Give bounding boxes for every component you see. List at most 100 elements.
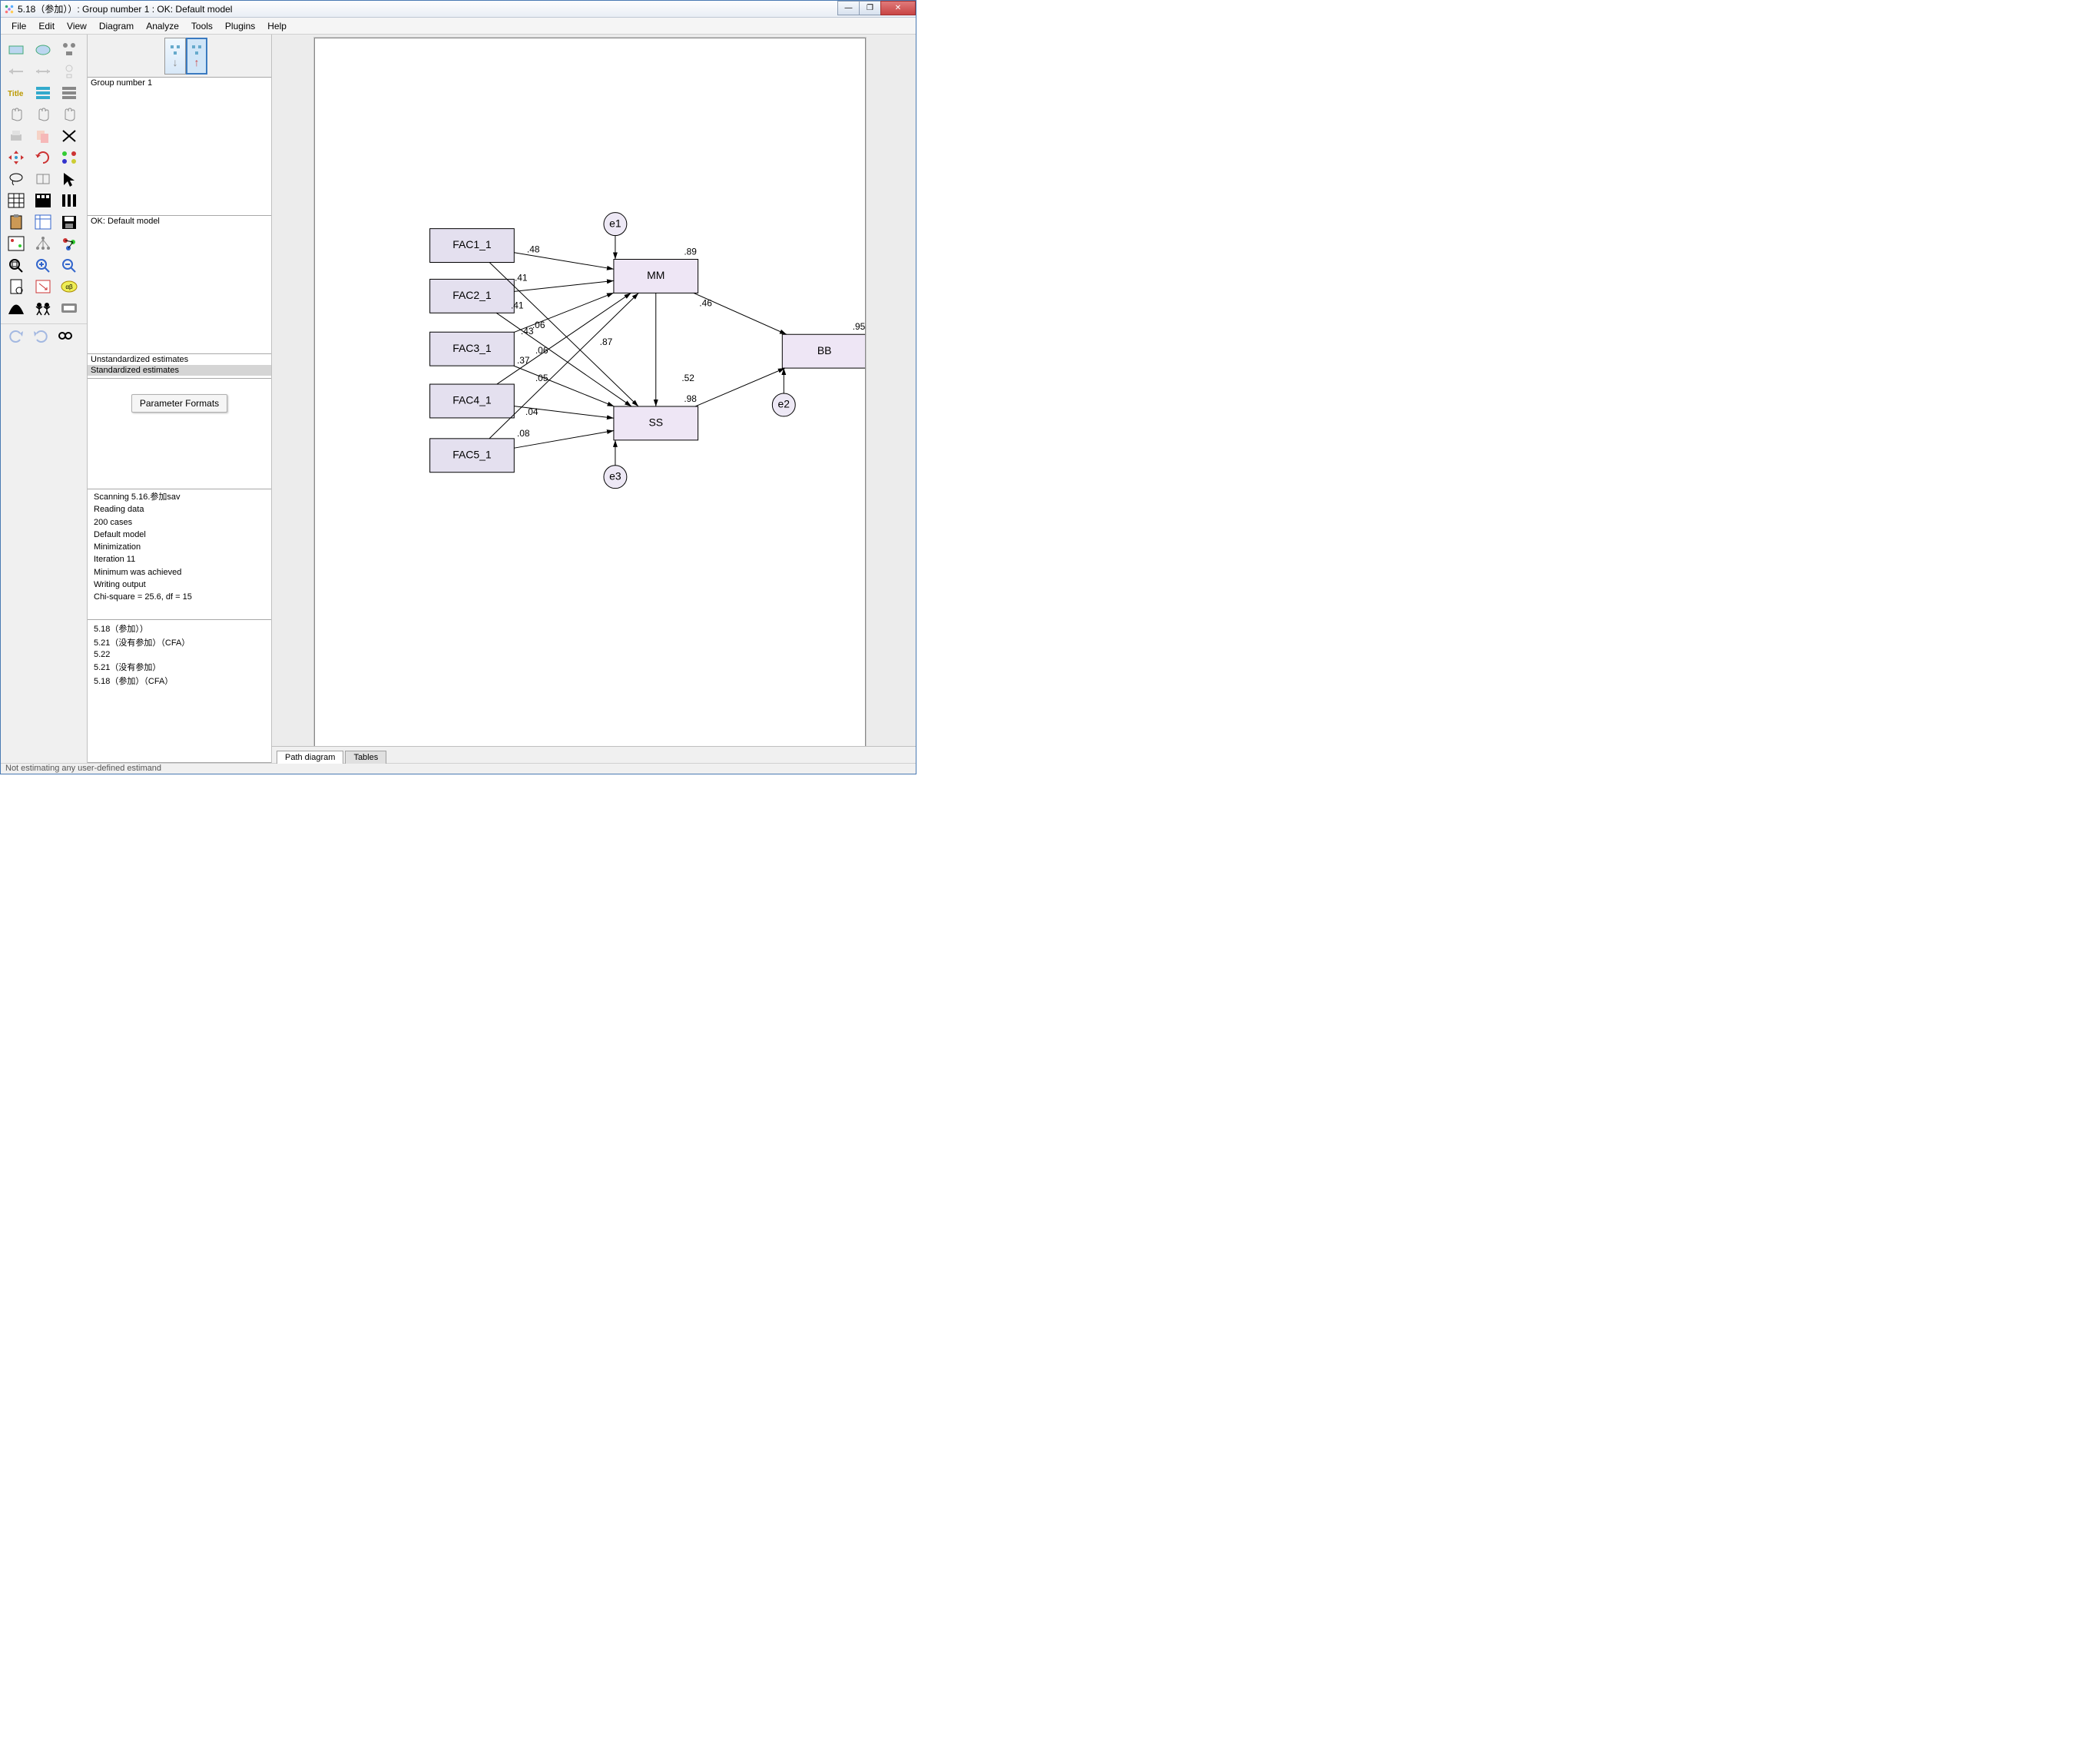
hand2-icon[interactable] bbox=[32, 105, 54, 124]
zoom-in-icon[interactable] bbox=[32, 256, 54, 274]
menu-help[interactable]: Help bbox=[261, 19, 293, 33]
page-icon[interactable] bbox=[5, 277, 27, 296]
model-item[interactable]: OK: Default model bbox=[88, 216, 271, 227]
r2-label: .89 bbox=[684, 247, 697, 257]
delete-icon[interactable] bbox=[58, 127, 80, 145]
abc-icon[interactable]: αβ bbox=[58, 277, 80, 296]
output-diagram-toggle[interactable]: ↑ bbox=[186, 38, 207, 75]
file-item[interactable]: 5.18（参加）） bbox=[91, 622, 268, 635]
clipboard-icon[interactable] bbox=[5, 213, 27, 231]
latent-label: MM bbox=[647, 269, 665, 281]
log-line: Reading data bbox=[91, 503, 268, 516]
undo-icon[interactable] bbox=[5, 327, 27, 346]
group-item[interactable]: Group number 1 bbox=[88, 78, 271, 88]
bars-icon[interactable] bbox=[58, 191, 80, 210]
diagram-paper[interactable]: FAC1_1FAC2_1FAC3_1FAC4_1FAC5_1MM.89SS.98… bbox=[314, 38, 866, 746]
tab-tables[interactable]: Tables bbox=[345, 751, 386, 764]
coef-label: .48 bbox=[527, 244, 540, 255]
output-log-panel: Scanning 5.16.参加savReading data200 cases… bbox=[88, 489, 271, 620]
menu-diagram[interactable]: Diagram bbox=[93, 19, 140, 33]
input-diagram-toggle[interactable]: ↓ bbox=[164, 38, 186, 75]
titlebar: 5.18（参加））: Group number 1 : OK: Default … bbox=[1, 1, 916, 18]
path-SS-BB[interactable] bbox=[695, 368, 785, 406]
matrix-icon[interactable] bbox=[32, 191, 54, 210]
menu-file[interactable]: File bbox=[5, 19, 32, 33]
coef-label: .06 bbox=[535, 345, 549, 356]
hand3-icon[interactable] bbox=[58, 105, 80, 124]
models-panel[interactable]: OK: Default model bbox=[88, 216, 271, 354]
coef-label: .52 bbox=[681, 373, 694, 383]
hand-icon[interactable] bbox=[5, 105, 27, 124]
path-FAC1_1-MM[interactable] bbox=[514, 253, 614, 270]
arrow-left-icon[interactable] bbox=[5, 62, 27, 81]
parameter-formats-button[interactable]: Parameter Formats bbox=[131, 394, 227, 413]
menu-plugins[interactable]: Plugins bbox=[219, 19, 261, 33]
menu-edit[interactable]: Edit bbox=[32, 19, 61, 33]
std-estimates[interactable]: Standardized estimates bbox=[88, 365, 271, 376]
arrow-both-icon[interactable] bbox=[32, 62, 54, 81]
svg-text:αβ: αβ bbox=[66, 284, 74, 290]
r2-label: .95 bbox=[853, 321, 865, 332]
run2-icon[interactable] bbox=[58, 299, 80, 317]
tab-path-diagram[interactable]: Path diagram bbox=[277, 751, 343, 764]
canvas-area: FAC1_1FAC2_1FAC3_1FAC4_1FAC5_1MM.89SS.98… bbox=[272, 35, 916, 763]
cursor-icon[interactable] bbox=[58, 170, 80, 188]
error-label: e2 bbox=[778, 398, 790, 410]
error-icon[interactable] bbox=[58, 62, 80, 81]
model-view-toggles: ↓ ↑ bbox=[88, 35, 271, 78]
coef-label: .08 bbox=[517, 428, 530, 439]
window-title: 5.18（参加））: Group number 1 : OK: Default … bbox=[18, 2, 838, 15]
file-item[interactable]: 5.21（没有参加） bbox=[91, 660, 268, 674]
resize-icon[interactable] bbox=[32, 277, 54, 296]
vars2-icon[interactable] bbox=[58, 84, 80, 102]
path-FAC2_1-MM[interactable] bbox=[514, 280, 614, 291]
tree-icon[interactable] bbox=[32, 234, 54, 253]
error-label: e3 bbox=[609, 469, 621, 482]
move-icon[interactable] bbox=[5, 148, 27, 167]
zoom-fit-icon[interactable] bbox=[5, 256, 27, 274]
close-button[interactable]: ✕ bbox=[880, 1, 916, 15]
log-line: Minimization bbox=[91, 541, 268, 553]
find-icon[interactable] bbox=[55, 327, 76, 346]
redo-icon[interactable] bbox=[30, 327, 51, 346]
run1-icon[interactable] bbox=[32, 299, 54, 317]
dist-icon[interactable] bbox=[5, 299, 27, 317]
title-icon[interactable]: Title bbox=[5, 84, 27, 102]
align-icon[interactable] bbox=[32, 170, 54, 188]
latent-label: SS bbox=[648, 416, 663, 429]
rotate-icon[interactable] bbox=[32, 148, 54, 167]
graph-icon[interactable] bbox=[58, 234, 80, 253]
bottom-tabs: Path diagram Tables bbox=[272, 746, 916, 763]
print-icon[interactable] bbox=[5, 127, 27, 145]
grid-icon[interactable] bbox=[5, 191, 27, 210]
log-line: Scanning 5.16.参加sav bbox=[91, 491, 268, 503]
file-item[interactable]: 5.18（参加）（CFA） bbox=[91, 674, 268, 688]
menu-analyze[interactable]: Analyze bbox=[140, 19, 185, 33]
latent-icon[interactable] bbox=[58, 41, 80, 59]
unstd-estimates[interactable]: Unstandardized estimates bbox=[88, 354, 271, 365]
log-line: Minimum was achieved bbox=[91, 566, 268, 579]
rect-icon[interactable] bbox=[5, 41, 27, 59]
r2-label: .98 bbox=[684, 393, 697, 404]
minimize-button[interactable]: — bbox=[837, 1, 860, 15]
latent-label: BB bbox=[817, 344, 832, 356]
props-icon[interactable] bbox=[5, 234, 27, 253]
zoom-out-icon[interactable] bbox=[58, 256, 80, 274]
groups-panel[interactable]: Group number 1 bbox=[88, 78, 271, 216]
file-item[interactable]: 5.22 bbox=[91, 649, 268, 660]
maximize-button[interactable]: ❐ bbox=[859, 1, 881, 15]
observed-label: FAC4_1 bbox=[452, 394, 492, 406]
save-icon[interactable] bbox=[58, 213, 80, 231]
file-item[interactable]: 5.21（没有参加）（CFA） bbox=[91, 635, 268, 649]
copy-icon[interactable] bbox=[32, 127, 54, 145]
app-icon bbox=[4, 4, 15, 15]
spreadsheet-icon[interactable] bbox=[32, 213, 54, 231]
menu-tools[interactable]: Tools bbox=[185, 19, 219, 33]
ellipse-icon[interactable] bbox=[32, 41, 54, 59]
toolbox: Title αβ bbox=[1, 35, 88, 763]
lasso-icon[interactable] bbox=[5, 170, 27, 188]
error-label: e1 bbox=[609, 217, 621, 229]
menu-view[interactable]: View bbox=[61, 19, 93, 33]
reflect-icon[interactable] bbox=[58, 148, 80, 167]
vars-icon[interactable] bbox=[32, 84, 54, 102]
